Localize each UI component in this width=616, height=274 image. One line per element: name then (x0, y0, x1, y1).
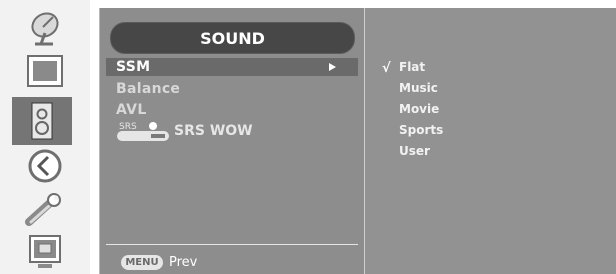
srs-badge-text: SRS (119, 122, 137, 132)
back-arrow-icon[interactable] (19, 146, 71, 186)
wrench-icon[interactable] (19, 190, 71, 230)
footer-divider (106, 244, 358, 245)
prev-label: Prev (169, 255, 198, 270)
menu-item-avl[interactable]: AVL (116, 102, 147, 118)
menu-title: SOUND (110, 22, 355, 54)
menu-item-label: SSM (116, 59, 151, 75)
submenu-item-sports[interactable]: Sports (399, 123, 443, 137)
submenu-item-flat[interactable]: Flat (399, 60, 425, 74)
satellite-dish-icon[interactable] (19, 8, 71, 48)
sidebar (0, 0, 90, 274)
checkmark-icon: √ (382, 61, 391, 76)
sound-menu-panel: SOUND SSM Balance AVL SRS SRS WOW MENU P… (99, 8, 366, 274)
menu-item-srs-wow[interactable]: SRS WOW (174, 123, 253, 139)
pip-screen-icon[interactable] (19, 232, 71, 272)
ssm-submenu-panel: √ Flat Music Movie Sports User (365, 8, 616, 274)
menu-item-ssm[interactable]: SSM (106, 58, 358, 76)
submenu-item-user[interactable]: User (399, 144, 430, 158)
menu-item-balance[interactable]: Balance (116, 81, 180, 97)
menu-key-button[interactable]: MENU (121, 255, 163, 270)
submenu-item-music[interactable]: Music (399, 81, 438, 95)
picture-icon[interactable] (19, 52, 71, 92)
speaker-icon[interactable] (12, 97, 72, 145)
srs-logo-icon: SRS (117, 120, 169, 142)
submenu-item-movie[interactable]: Movie (399, 102, 439, 116)
submenu-arrow-icon (329, 63, 336, 71)
